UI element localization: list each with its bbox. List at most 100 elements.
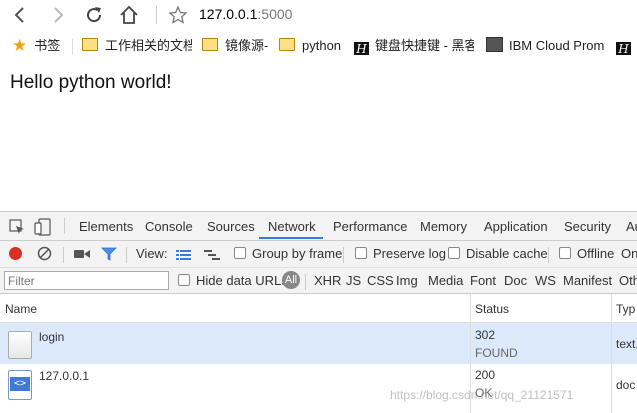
- separator: [156, 6, 157, 24]
- offline-label: Offline: [577, 246, 615, 261]
- status-text: FOUND: [475, 346, 518, 360]
- bookmark-item[interactable]: H: [616, 37, 637, 55]
- waterfall-icon[interactable]: [204, 249, 220, 264]
- filter-all-button[interactable]: All: [282, 271, 300, 289]
- folder-icon: [82, 38, 98, 51]
- status-code: 302: [475, 328, 496, 342]
- bookmark-folder[interactable]: 镜像源-: [202, 37, 268, 55]
- separator: [72, 39, 73, 55]
- url-host: 127.0.0.1: [199, 6, 258, 22]
- tab-memory[interactable]: Memory: [420, 219, 467, 234]
- filter-doc[interactable]: Doc: [504, 273, 527, 288]
- bookmark-folder[interactable]: python: [279, 37, 345, 55]
- bookmark-item[interactable]: H 键盘快捷键 - 黑客: [354, 37, 474, 55]
- tab-audits[interactable]: Au: [626, 219, 637, 234]
- filter-img[interactable]: Img: [396, 273, 418, 288]
- home-icon[interactable]: [117, 3, 141, 27]
- tab-network[interactable]: Network: [268, 219, 316, 234]
- h-logo-icon: H: [354, 42, 369, 55]
- filter-manifest[interactable]: Manifest: [563, 273, 612, 288]
- filter-bar: Hide data URLs All XHR JS CSS Img Media …: [0, 268, 637, 294]
- bookmark-label: 工作相关的文档: [105, 38, 192, 53]
- preserve-log-checkbox[interactable]: Preserve log: [355, 246, 446, 261]
- preserve-log-label: Preserve log: [373, 246, 446, 261]
- url-port: :5000: [257, 6, 293, 22]
- camera-icon[interactable]: [74, 248, 90, 263]
- document-icon: <>: [8, 370, 32, 400]
- filter-xhr[interactable]: XHR: [314, 273, 341, 288]
- disable-cache-label: Disable cache: [466, 246, 548, 261]
- separator: [126, 247, 127, 263]
- tab-sources[interactable]: Sources: [207, 219, 255, 234]
- throttle-select[interactable]: On: [621, 246, 637, 261]
- column-name[interactable]: Name: [5, 302, 37, 316]
- table-header: Name Status Typ: [0, 294, 637, 323]
- group-by-frame-checkbox[interactable]: Group by frame: [234, 246, 342, 261]
- hide-data-urls-label: Hide data URLs: [196, 273, 288, 288]
- column-status[interactable]: Status: [475, 302, 509, 316]
- column-divider[interactable]: [611, 294, 612, 413]
- separator: [548, 247, 549, 263]
- file-icon: [8, 331, 32, 359]
- offline-checkbox[interactable]: Offline: [559, 246, 614, 261]
- devtools-tab-bar: Elements Console Sources Network Perform…: [0, 212, 637, 241]
- separator: [64, 218, 65, 234]
- device-toolbar-icon[interactable]: [34, 218, 52, 239]
- bookmark-item[interactable]: IBM Cloud Prom: [486, 37, 606, 55]
- bookmark-label: 书签: [34, 38, 61, 53]
- bookmark-star-icon[interactable]: [166, 3, 190, 27]
- reload-icon[interactable]: [82, 3, 106, 27]
- group-by-frame-label: Group by frame: [252, 246, 343, 261]
- status-code: 200: [475, 368, 496, 382]
- table-row[interactable]: login 302 FOUND text,: [0, 323, 637, 364]
- folder-icon: [202, 38, 218, 51]
- tab-application[interactable]: Application: [484, 219, 548, 234]
- bookmarks-bar: ★ 书签 工作相关的文档 镜像源- python H 键盘快捷键 - 黑客 IBM …: [0, 34, 637, 58]
- bookmark-label: python: [302, 38, 342, 53]
- active-tab-indicator: [259, 237, 323, 239]
- watermark: https://blog.csdn.net/qq_21121571: [390, 388, 574, 402]
- disable-cache-checkbox[interactable]: Disable cache: [448, 246, 548, 261]
- tab-performance[interactable]: Performance: [333, 219, 407, 234]
- tab-console[interactable]: Console: [145, 219, 193, 234]
- star-icon: ★: [12, 37, 28, 55]
- filter-css[interactable]: CSS: [367, 273, 394, 288]
- h-logo-icon: H: [616, 42, 631, 55]
- address-bar[interactable]: 127.0.0.1:5000: [199, 6, 292, 22]
- request-name: 127.0.0.1: [39, 369, 90, 383]
- page-heading: Hello python world!: [10, 72, 172, 93]
- forward-icon[interactable]: [46, 3, 70, 27]
- large-rows-icon[interactable]: [176, 249, 191, 264]
- separator: [305, 274, 306, 290]
- filter-input[interactable]: [4, 271, 169, 290]
- folder-icon: [279, 38, 295, 51]
- back-icon[interactable]: [8, 3, 32, 27]
- filter-font[interactable]: Font: [470, 273, 496, 288]
- tab-elements[interactable]: Elements: [79, 219, 133, 234]
- filter-media[interactable]: Media: [428, 273, 463, 288]
- browser-toolbar: 127.0.0.1:5000: [0, 0, 637, 30]
- network-toolbar: View: Group by frame Preserve log Disabl…: [0, 241, 637, 268]
- separator: [343, 247, 344, 263]
- request-type: text,: [616, 337, 637, 351]
- bookmark-label: IBM Cloud Prom: [509, 38, 605, 53]
- filter-js[interactable]: JS: [346, 273, 361, 288]
- separator: [63, 247, 64, 263]
- bookmark-label: 键盘快捷键 - 黑客: [375, 38, 474, 53]
- bookmark-label: 镜像源-: [225, 38, 268, 53]
- hide-data-urls-checkbox[interactable]: Hide data URLs: [178, 273, 288, 288]
- bookmark-folder[interactable]: 工作相关的文档: [82, 37, 192, 55]
- view-label: View:: [136, 246, 168, 261]
- clear-icon[interactable]: [37, 246, 52, 264]
- column-type[interactable]: Typ: [616, 302, 635, 316]
- tab-security[interactable]: Security: [564, 219, 611, 234]
- filter-ws[interactable]: WS: [535, 273, 556, 288]
- request-name: login: [39, 330, 65, 344]
- inspect-element-icon[interactable]: [9, 219, 25, 238]
- filter-other[interactable]: Oth: [619, 273, 637, 288]
- filter-icon[interactable]: [101, 247, 117, 264]
- record-icon[interactable]: [9, 247, 22, 260]
- devtools-panel: Elements Console Sources Network Perform…: [0, 211, 637, 413]
- ibm-icon: [486, 37, 503, 52]
- bookmark-item[interactable]: ★ 书签: [12, 37, 60, 55]
